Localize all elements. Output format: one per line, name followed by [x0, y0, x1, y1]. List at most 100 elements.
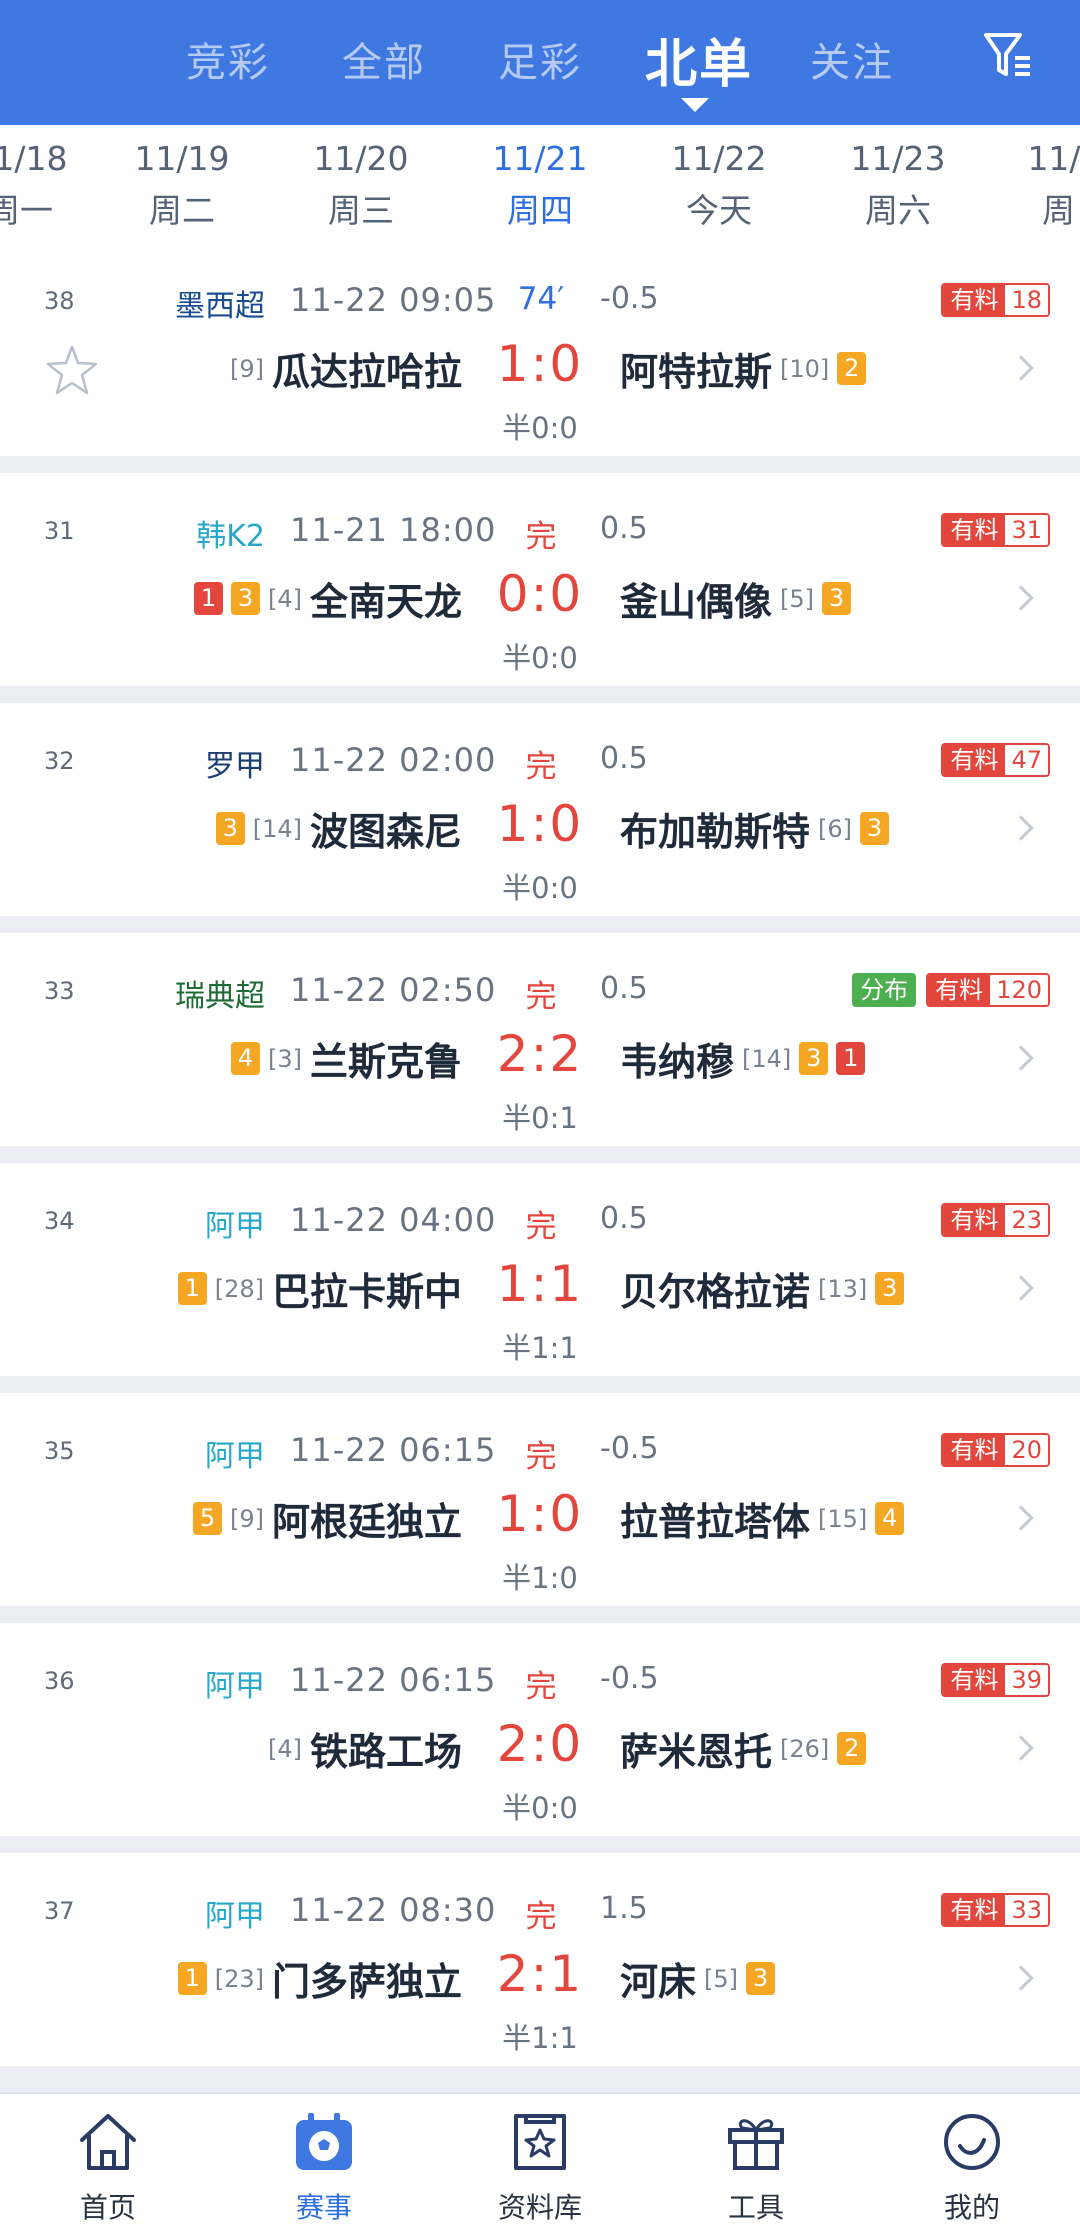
info-tag[interactable]: 有料 33: [941, 1893, 1050, 1927]
yellow-card-badge: 5: [192, 1502, 222, 1535]
away-team-group[interactable]: 阿特拉斯 [10] 2: [620, 341, 867, 396]
league-name[interactable]: 瑞典超: [70, 971, 265, 1015]
tab-jingcai[interactable]: 竞彩: [186, 30, 270, 88]
home-team-group[interactable]: 4 [3] 兰斯克鲁: [230, 1031, 462, 1086]
match-card[interactable]: 34 阿甲 11-22 04:00 完 0.5 有料 23 1 [28] 巴拉卡斯中 1:1 半1:1…: [0, 1163, 1080, 1376]
league-name[interactable]: 阿甲: [70, 1431, 265, 1475]
tab-beidan[interactable]: 北单: [645, 22, 753, 97]
star-folder-icon: [514, 2114, 566, 2170]
league-name[interactable]: 阿甲: [70, 1201, 265, 1245]
match-card[interactable]: 37 阿甲 11-22 08:30 完 1.5 有料 33 1 [23] 门多萨独立 2:1 半1:1…: [0, 1853, 1080, 2066]
yellow-card-badge: 3: [860, 812, 890, 845]
info-tag-label: 有料: [943, 1895, 1006, 1925]
home-team-name: 巴拉卡斯中: [271, 1270, 462, 1314]
info-tag-count: 120: [990, 975, 1048, 1005]
league-name[interactable]: 阿甲: [70, 1891, 265, 1935]
top-nav-bar: 竞彩 全部 足彩 北单 关注: [0, 0, 1080, 125]
away-rank: [13]: [818, 1274, 868, 1303]
info-tag[interactable]: 有料 20: [941, 1433, 1050, 1467]
half-time-score: 半1:0: [502, 1561, 578, 1595]
match-card[interactable]: 31 韩K2 11-21 18:00 完 0.5 有料 31 1 3 [4] 全南天龙 0:0 半0:0…: [0, 473, 1080, 686]
home-team-group[interactable]: 1 3 [4] 全南天龙: [193, 571, 462, 626]
nav-tools[interactable]: 工具: [648, 2094, 864, 2228]
home-team-group[interactable]: 5 [9] 阿根廷独立: [192, 1491, 462, 1546]
date-item[interactable]: 11/18 周一: [0, 139, 95, 232]
date-item-selected[interactable]: 11/21 周四: [465, 139, 615, 232]
home-team-group[interactable]: 3 [14] 波图森尼: [215, 801, 462, 856]
date-item[interactable]: 11/24 周日: [1000, 139, 1080, 232]
league-name[interactable]: 罗甲: [70, 741, 265, 785]
info-tag[interactable]: 有料 23: [941, 1203, 1050, 1237]
nav-database[interactable]: 资料库: [432, 2094, 648, 2228]
chevron-right-icon[interactable]: [1008, 355, 1034, 381]
match-card[interactable]: 35 阿甲 11-22 06:15 完 -0.5 有料 20 5 [9] 阿根廷独立 1:0 半1:0…: [0, 1393, 1080, 1606]
away-team-group[interactable]: 拉普拉塔体 [15] 4: [620, 1491, 905, 1546]
nav-label: 赛事: [295, 2191, 352, 2224]
half-time-score: 半1:1: [502, 1331, 578, 1365]
chevron-right-icon[interactable]: [1008, 1965, 1034, 1991]
away-team-group[interactable]: 韦纳穆 [14] 3 1: [620, 1031, 866, 1086]
info-tag[interactable]: 有料 39: [941, 1663, 1050, 1697]
date-item[interactable]: 11/23 周六: [823, 139, 973, 232]
info-tag[interactable]: 有料 18: [941, 283, 1050, 317]
match-time: 11-22 06:15: [290, 1431, 497, 1469]
yellow-card-badge: 1: [177, 1962, 207, 1995]
chevron-right-icon[interactable]: [1008, 585, 1034, 611]
info-tag-count: 23: [1005, 1205, 1048, 1235]
nav-mine[interactable]: 我的: [864, 2094, 1080, 2228]
match-time: 11-21 18:00: [290, 511, 497, 549]
tab-zucai[interactable]: 足彩: [498, 30, 582, 88]
home-team-group[interactable]: 1 [23] 门多萨独立: [177, 1951, 462, 2006]
filter-icon[interactable]: [982, 30, 1034, 82]
distribution-tag[interactable]: 分布: [852, 973, 917, 1007]
home-team-group[interactable]: [9] 瓜达拉哈拉: [230, 341, 462, 396]
chevron-right-icon[interactable]: [1008, 1275, 1034, 1301]
chevron-right-icon[interactable]: [1008, 1735, 1034, 1761]
half-time-score: 半0:0: [502, 411, 578, 445]
nav-matches[interactable]: 赛事: [216, 2094, 432, 2228]
away-team-name: 拉普拉塔体: [620, 1500, 811, 1544]
tab-follow[interactable]: 关注: [810, 30, 894, 88]
info-tag[interactable]: 有料 120: [926, 973, 1050, 1007]
home-rank: [9]: [229, 354, 264, 383]
home-team-group[interactable]: [4] 铁路工场: [268, 1721, 462, 1776]
nav-label: 工具: [727, 2191, 784, 2224]
nav-home[interactable]: 首页: [0, 2094, 216, 2228]
half-time-score: 半0:0: [502, 641, 578, 675]
handicap: -0.5: [600, 1661, 659, 1696]
match-card[interactable]: 33 瑞典超 11-22 02:50 完 0.5 分布 有料 120 4 [3] 兰斯克鲁 2:2 半0…: [0, 933, 1080, 1146]
away-team-group[interactable]: 河床 [5] 3: [620, 1951, 776, 2006]
match-status: 完: [525, 979, 557, 1015]
chevron-right-icon[interactable]: [1008, 1505, 1034, 1531]
chevron-right-icon[interactable]: [1008, 815, 1034, 841]
away-team-name: 布加勒斯特: [620, 810, 811, 854]
home-rank: [23]: [214, 1964, 264, 1993]
info-tag[interactable]: 有料 47: [941, 743, 1050, 777]
away-team-name: 萨米恩托: [620, 1730, 773, 1774]
date-item[interactable]: 11/22 今天: [644, 139, 794, 232]
handicap: 0.5: [600, 741, 648, 776]
match-card[interactable]: 36 阿甲 11-22 06:15 完 -0.5 有料 39 [4] 铁路工场 2:0 半0:0 萨米…: [0, 1623, 1080, 1836]
yellow-card-badge: 1: [177, 1272, 207, 1305]
match-card[interactable]: 38 墨西超 11-22 09:05 74′ -0.5 有料 18 [9] 瓜达拉哈拉 1:0 半0…: [0, 243, 1080, 456]
away-rank: [14]: [742, 1044, 792, 1073]
match-card[interactable]: 32 罗甲 11-22 02:00 完 0.5 有料 47 3 [14] 波图森尼 1:0 半0:0 布…: [0, 703, 1080, 916]
away-team-group[interactable]: 布加勒斯特 [6] 3: [620, 801, 890, 856]
league-name[interactable]: 阿甲: [70, 1661, 265, 1705]
date-label: 11/20: [313, 139, 409, 178]
home-team-group[interactable]: 1 [28] 巴拉卡斯中: [177, 1261, 462, 1316]
favorite-star-icon[interactable]: [44, 343, 100, 399]
away-team-group[interactable]: 萨米恩托 [26] 2: [620, 1721, 867, 1776]
league-name[interactable]: 墨西超: [70, 281, 265, 325]
away-team-group[interactable]: 贝尔格拉诺 [13] 3: [620, 1261, 905, 1316]
league-name[interactable]: 韩K2: [70, 511, 265, 555]
away-team-group[interactable]: 釜山偶像 [5] 3: [620, 571, 852, 626]
info-tag[interactable]: 有料 31: [941, 513, 1050, 547]
chevron-right-icon[interactable]: [1008, 1045, 1034, 1071]
date-item[interactable]: 11/20 周三: [286, 139, 436, 232]
info-tag-count: 31: [1005, 515, 1048, 545]
info-tag-label: 有料: [943, 745, 1006, 775]
tab-all[interactable]: 全部: [342, 30, 426, 88]
home-rank: [4]: [267, 584, 302, 613]
date-item[interactable]: 11/19 周二: [107, 139, 257, 232]
